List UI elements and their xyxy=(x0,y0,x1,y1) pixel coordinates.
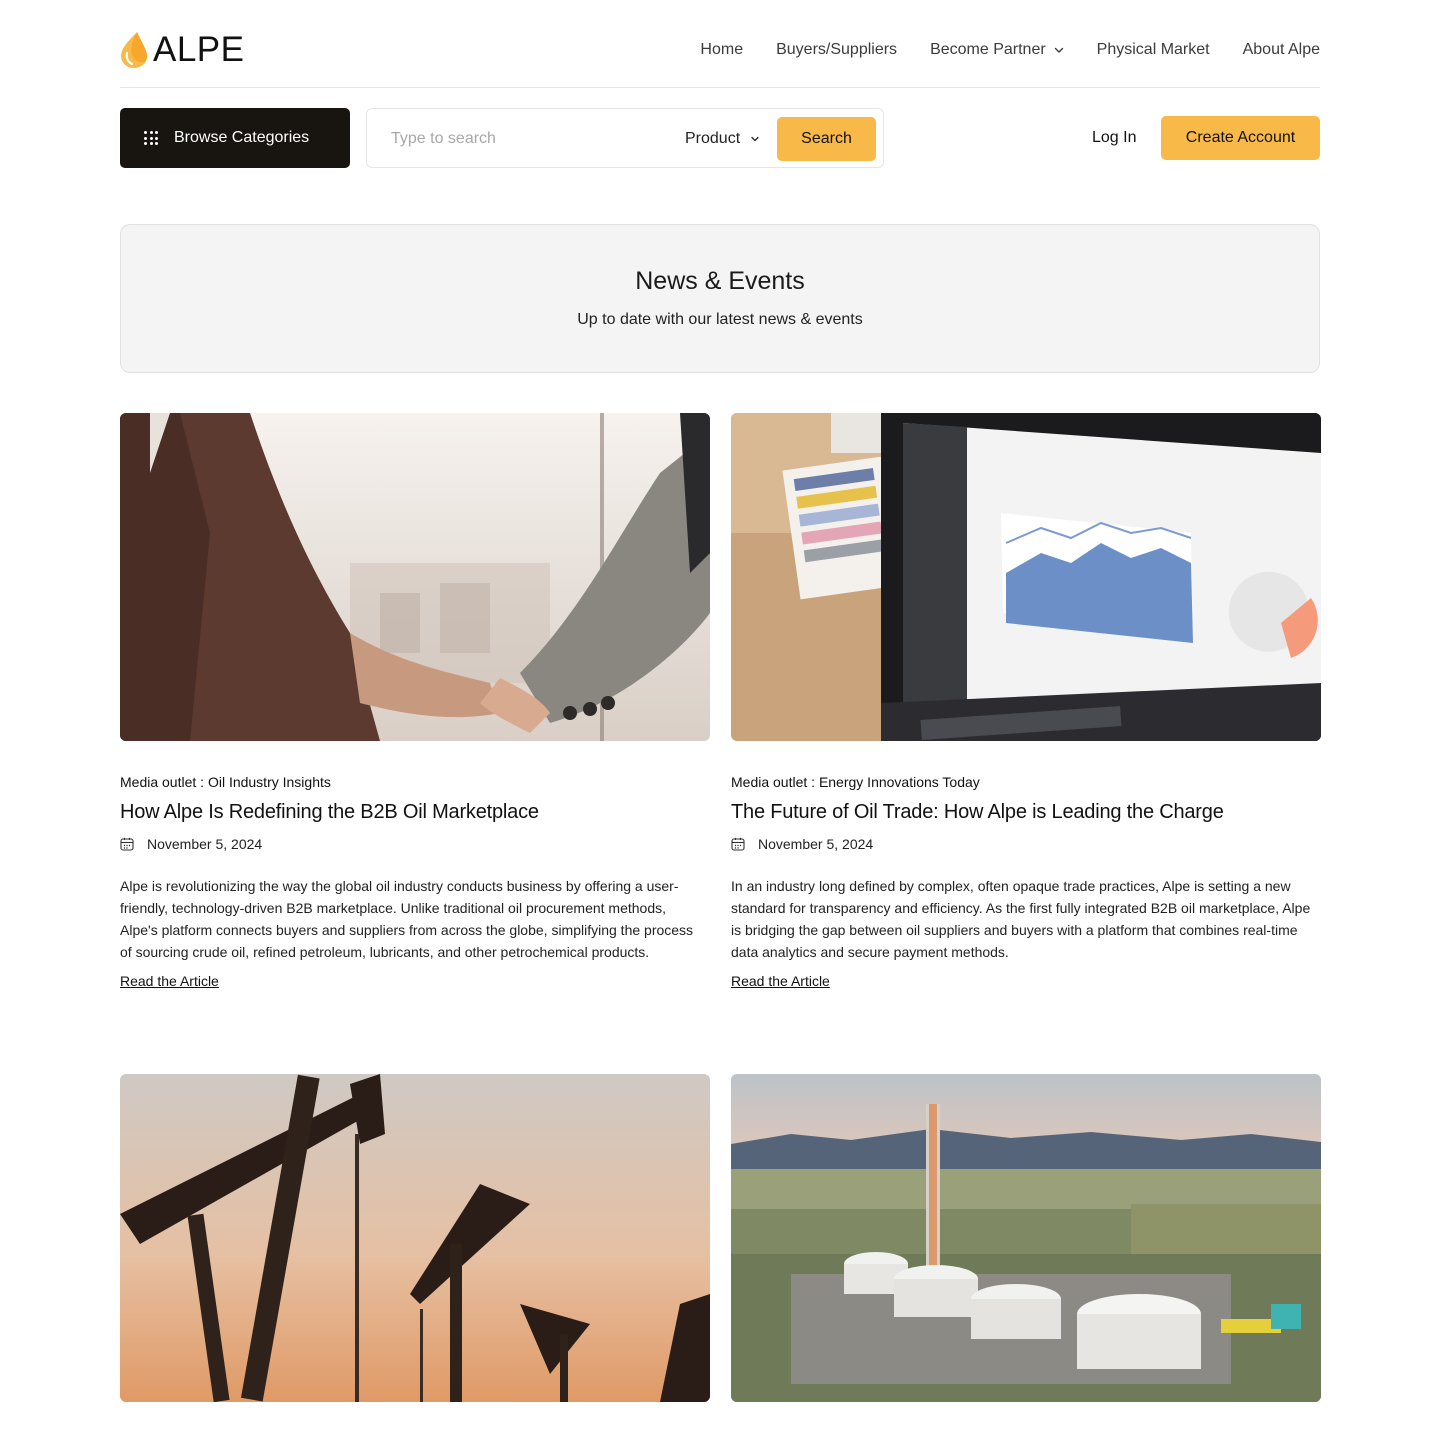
grid-icon xyxy=(144,131,158,145)
article-card: Media outlet : Energy Innovations Today … xyxy=(731,413,1321,989)
calendar-icon xyxy=(120,837,134,851)
laptop-dashboard-photo xyxy=(731,413,1321,741)
handshake-business-photo xyxy=(120,413,710,741)
toolbar: Browse Categories Product Search Log In … xyxy=(120,108,1320,168)
nav-buyers-suppliers[interactable]: Buyers/Suppliers xyxy=(776,38,897,62)
search-bar: Product Search xyxy=(366,108,884,168)
logo[interactable]: ALPE xyxy=(120,30,245,70)
page-title: News & Events xyxy=(635,267,805,295)
nav-buyers-suppliers-label: Buyers/Suppliers xyxy=(776,41,898,58)
search-button[interactable]: Search xyxy=(777,117,876,161)
article-date-text: November 5, 2024 xyxy=(147,836,263,852)
news-events-hero: News & Events Up to date with our latest… xyxy=(120,224,1320,373)
oil-drop-icon xyxy=(121,32,147,68)
login-button[interactable]: Log In xyxy=(1092,126,1136,150)
chevron-down-icon xyxy=(1054,47,1063,53)
search-scope-value: Product xyxy=(685,130,741,147)
article-card: Media outlet : Oil Industry Insights How… xyxy=(120,413,710,989)
main-nav: Home Buyers/Suppliers Become Partner Phy… xyxy=(700,38,1320,62)
oil-storage-tanks-aerial-photo xyxy=(731,1074,1321,1402)
article-date: November 5, 2024 xyxy=(120,834,262,854)
nav-become-partner[interactable]: Become Partner xyxy=(930,38,1064,62)
create-account-button[interactable]: Create Account xyxy=(1161,116,1320,160)
article-outlet: Media outlet : Oil Industry Insights xyxy=(120,774,331,790)
article-title[interactable]: How Alpe Is Redefining the B2B Oil Marke… xyxy=(120,798,539,826)
chevron-down-icon xyxy=(751,136,759,142)
browse-categories-label: Browse Categories xyxy=(174,129,310,146)
article-date: November 5, 2024 xyxy=(731,834,873,854)
search-input[interactable] xyxy=(379,121,659,157)
nav-about-alpe-label: About Alpe xyxy=(1242,41,1320,58)
nav-become-partner-label: Become Partner xyxy=(930,41,1046,58)
pumpjacks-sunset-photo xyxy=(120,1074,710,1402)
article-date-text: November 5, 2024 xyxy=(758,836,874,852)
article-title[interactable]: The Future of Oil Trade: How Alpe is Lea… xyxy=(731,798,1224,826)
calendar-icon xyxy=(731,837,745,851)
page-subtitle: Up to date with our latest news & events xyxy=(577,311,863,328)
search-scope-select[interactable]: Product xyxy=(685,127,760,151)
site-header: ALPE Home Buyers/Suppliers Become Partne… xyxy=(120,0,1320,88)
article-card xyxy=(120,1074,710,1402)
read-article-link[interactable]: Read the Article xyxy=(731,971,830,991)
article-card xyxy=(731,1074,1321,1402)
nav-home-label: Home xyxy=(700,41,744,58)
article-excerpt: Alpe is revolutionizing the way the glob… xyxy=(120,878,694,960)
nav-home[interactable]: Home xyxy=(700,38,743,62)
nav-physical-market-label: Physical Market xyxy=(1096,41,1210,58)
logo-text: ALPE xyxy=(153,30,245,69)
browse-categories-button[interactable]: Browse Categories xyxy=(120,108,350,168)
nav-about-alpe[interactable]: About Alpe xyxy=(1243,38,1320,62)
nav-physical-market[interactable]: Physical Market xyxy=(1097,38,1210,62)
article-excerpt: In an industry long defined by complex, … xyxy=(731,878,1311,960)
article-outlet: Media outlet : Energy Innovations Today xyxy=(731,774,980,790)
read-article-link[interactable]: Read the Article xyxy=(120,971,219,991)
